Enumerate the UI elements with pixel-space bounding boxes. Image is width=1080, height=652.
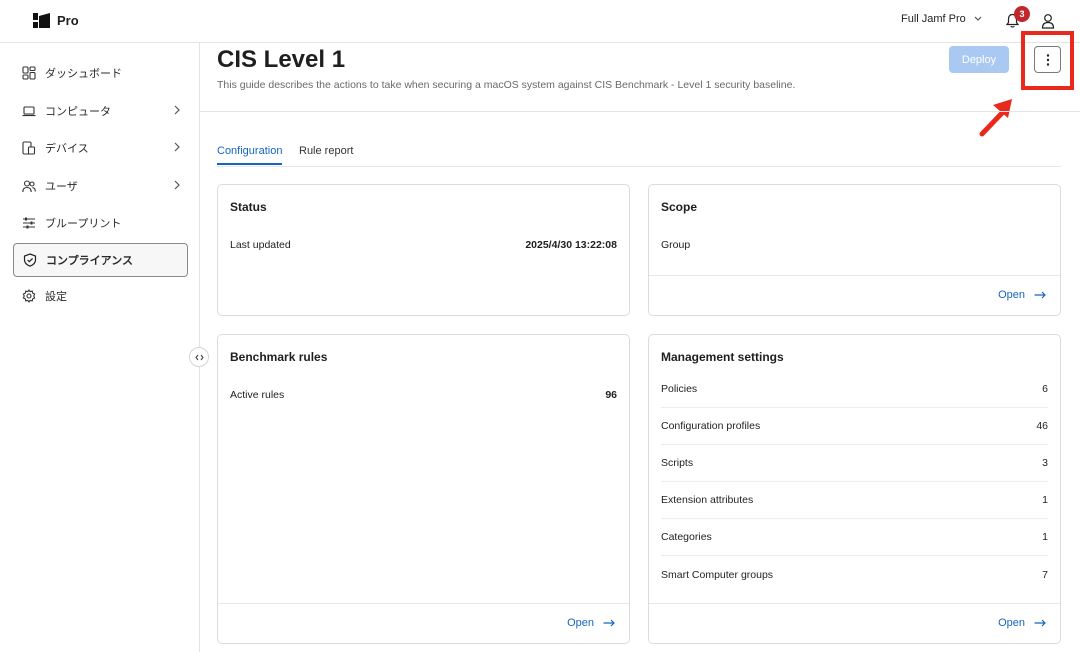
code-chevrons-icon [194, 354, 204, 360]
benchmark-open-link[interactable]: Open [567, 617, 615, 629]
chevron-right-icon [174, 105, 180, 115]
sidebar-item-label: 設定 [45, 291, 67, 303]
chevron-down-icon [974, 16, 982, 21]
sliders-icon [22, 216, 36, 230]
benchmark-card-footer: Open [218, 603, 629, 643]
arrow-right-icon [603, 619, 615, 627]
sidebar-item-label: ユーザ [45, 181, 78, 193]
open-link-label: Open [567, 617, 594, 629]
management-row-value: 7 [1042, 568, 1048, 581]
benchmark-card-title: Benchmark rules [230, 350, 328, 364]
status-card-title: Status [230, 200, 267, 214]
jamf-logo[interactable]: Pro [33, 13, 79, 28]
tab-rule-report[interactable]: Rule report [299, 145, 353, 163]
management-row-value: 1 [1042, 531, 1048, 543]
users-icon [22, 179, 36, 193]
sidebar-item-compliance[interactable]: コンプライアンス [13, 243, 188, 277]
chevron-right-icon [174, 142, 180, 152]
page-title: CIS Level 1 [217, 46, 346, 73]
sidebar-item-label: コンピュータ [45, 106, 111, 118]
status-card: Status Last updated 2025/4/30 13:22:08 [217, 184, 630, 316]
sidebar-item-devices[interactable]: デバイス [13, 131, 188, 165]
management-row-label: Scripts [661, 457, 694, 469]
laptop-icon [22, 104, 36, 118]
sidebar-item-label: デバイス [45, 143, 89, 155]
group-row: Group [661, 239, 1048, 251]
scope-card: Scope Group Open [648, 184, 1061, 316]
management-card-title: Management settings [661, 350, 784, 364]
management-row-smart-computer-groups[interactable]: Smart Computer groups 7 [661, 556, 1048, 593]
sidebar-item-label: ブループリント [45, 218, 122, 230]
shield-check-icon [23, 253, 37, 267]
management-row-configuration-profiles[interactable]: Configuration profiles 46 [661, 408, 1048, 445]
devices-icon [22, 141, 36, 155]
group-label: Group [661, 239, 691, 251]
environment-name: Full Jamf Pro [901, 13, 966, 25]
management-row-extension-attributes[interactable]: Extension attributes 1 [661, 482, 1048, 519]
sidebar-item-label: コンプライアンス [46, 255, 134, 267]
gear-icon [22, 289, 36, 303]
sidebar-item-blueprints[interactable]: ブループリント [13, 206, 188, 240]
management-row-value: 6 [1042, 383, 1048, 395]
sidebar-item-dashboard[interactable]: ダッシュボード [13, 56, 188, 90]
last-updated-value: 2025/4/30 13:22:08 [525, 239, 617, 251]
scope-card-footer: Open [649, 275, 1060, 315]
management-row-value: 3 [1042, 457, 1048, 469]
benchmark-rules-card: Benchmark rules Active rules 96 Open [217, 334, 630, 644]
logo-text: Pro [57, 13, 79, 28]
red-arrow-annotation-icon [979, 99, 1012, 137]
sidebar-collapse-button[interactable] [189, 347, 209, 367]
active-rules-label: Active rules [230, 389, 285, 401]
tab-configuration[interactable]: Configuration [217, 145, 283, 165]
arrow-right-icon [1034, 291, 1046, 299]
management-row-label: Policies [661, 383, 698, 395]
management-row-label: Categories [661, 531, 712, 543]
sidebar-item-users[interactable]: ユーザ [13, 169, 188, 203]
management-open-link[interactable]: Open [998, 617, 1046, 629]
environment-switcher[interactable]: Full Jamf Pro [901, 13, 982, 25]
open-link-label: Open [998, 289, 1025, 301]
scope-card-title: Scope [661, 200, 698, 214]
sidebar-item-label: ダッシュボード [45, 68, 122, 80]
last-updated-label: Last updated [230, 239, 291, 251]
active-rules-row: Active rules 96 [230, 389, 617, 401]
management-row-value: 1 [1042, 494, 1048, 506]
open-link-label: Open [998, 617, 1025, 629]
top-bar: Pro Full Jamf Pro 3 [0, 0, 1080, 43]
user-icon [1041, 14, 1055, 29]
management-row-categories[interactable]: Categories 1 [661, 519, 1048, 556]
sidebar-item-computers[interactable]: コンピュータ [13, 94, 188, 128]
sidebar: ダッシュボード コンピュータ デバイス ユーザ ブループリント コンプライアンス [0, 43, 200, 652]
management-row-policies[interactable]: Policies 6 [661, 371, 1048, 408]
tab-bar: Configuration Rule report [217, 140, 1061, 167]
scope-open-link[interactable]: Open [998, 289, 1046, 301]
deploy-button[interactable]: Deploy [949, 46, 1009, 73]
notification-count-badge: 3 [1014, 6, 1030, 22]
highlight-annotation-box [1021, 31, 1074, 90]
management-row-label: Smart Computer groups [661, 568, 774, 581]
management-row-label: Extension attributes [661, 494, 754, 506]
chevron-right-icon [174, 180, 180, 190]
last-updated-row: Last updated 2025/4/30 13:22:08 [230, 239, 617, 251]
management-card-footer: Open [649, 603, 1060, 643]
active-rules-value: 96 [605, 389, 617, 401]
management-row-scripts[interactable]: Scripts 3 [661, 445, 1048, 482]
header-divider [200, 111, 1080, 112]
management-settings-card: Management settings Policies 6 Configura… [648, 334, 1061, 644]
jamf-logo-icon [33, 13, 50, 28]
page-description: This guide describes the actions to take… [217, 79, 796, 91]
management-row-label: Configuration profiles [661, 420, 761, 432]
management-row-value: 46 [1036, 420, 1048, 432]
dashboard-icon [22, 66, 36, 80]
sidebar-item-settings[interactable]: 設定 [13, 279, 188, 313]
arrow-right-icon [1034, 619, 1046, 627]
